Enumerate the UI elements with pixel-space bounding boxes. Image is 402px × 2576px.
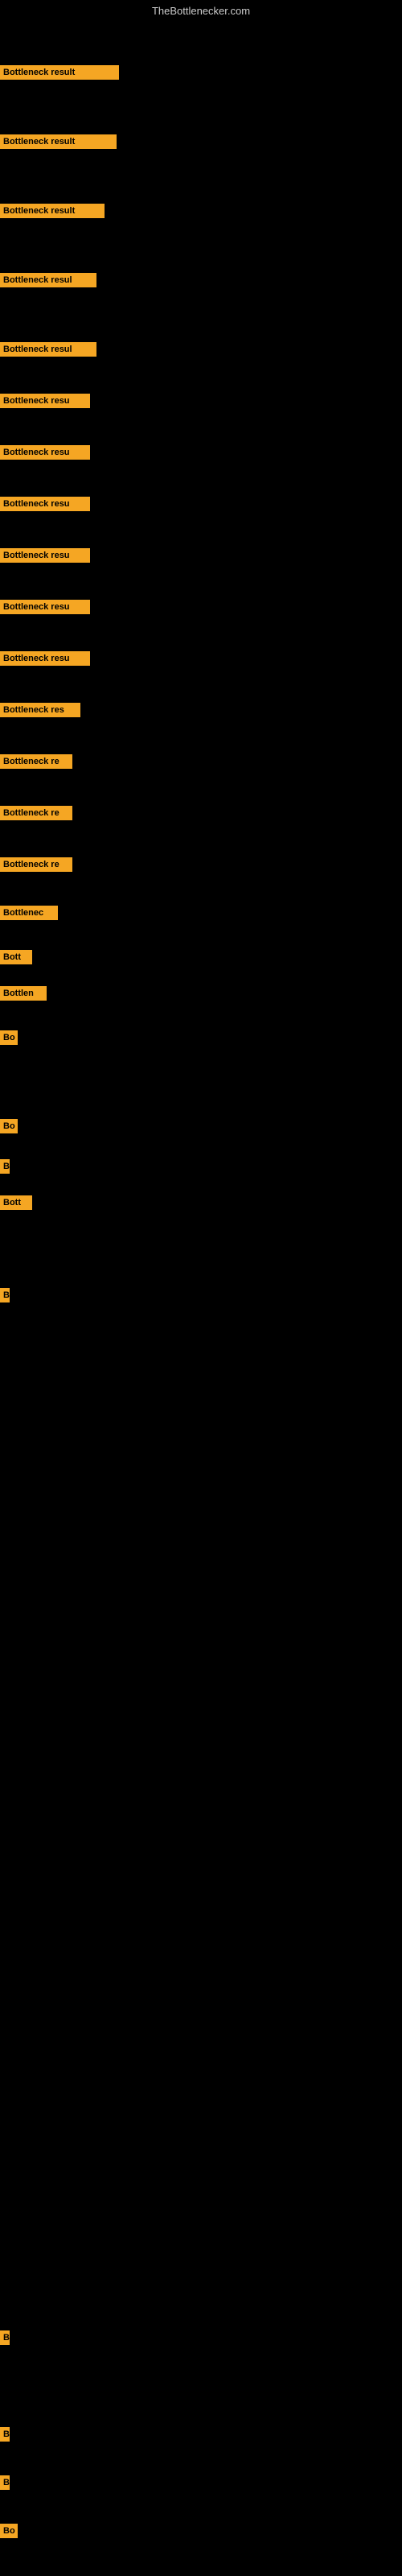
bottleneck-result-bar: Bottleneck re [0,857,72,872]
bottleneck-result-bar: B [0,2330,10,2345]
bottleneck-result-bar: Bottleneck resul [0,273,96,287]
bottleneck-result-bar: Bo [0,2524,18,2538]
bottleneck-result-bar: Bottleneck result [0,204,105,218]
bottleneck-result-bar: Bo [0,1119,18,1133]
bottleneck-result-bar: Bottleneck re [0,806,72,820]
bottleneck-result-bar: Bottlenec [0,906,58,920]
bottleneck-result-bar: Bottleneck result [0,134,117,149]
bottleneck-result-bar: Bottleneck resu [0,548,90,563]
bottleneck-result-bar: Bottlen [0,986,47,1001]
bottleneck-result-bar: Bott [0,950,32,964]
bottleneck-result-bar: Bo [0,1030,18,1045]
bottleneck-result-bar: Bottleneck resu [0,445,90,460]
bottleneck-result-bar: Bott [0,1195,32,1210]
bottleneck-result-bar: B [0,2427,10,2442]
bottleneck-result-bar: Bottleneck resu [0,651,90,666]
bottleneck-result-bar: Bottleneck resu [0,394,90,408]
bottleneck-result-bar: B [0,1159,10,1174]
bottleneck-result-bar: Bottleneck resu [0,600,90,614]
bottleneck-result-bar: Bottleneck result [0,65,119,80]
bottleneck-result-bar: Bottleneck res [0,703,80,717]
bottleneck-result-bar: B [0,1288,10,1302]
bottleneck-result-bar: Bottleneck resu [0,497,90,511]
bottleneck-result-bar: Bottleneck resul [0,342,96,357]
bottleneck-result-bar: B [0,2475,10,2490]
bottleneck-result-bar: Bottleneck re [0,754,72,769]
site-title: TheBottlenecker.com [0,0,402,20]
